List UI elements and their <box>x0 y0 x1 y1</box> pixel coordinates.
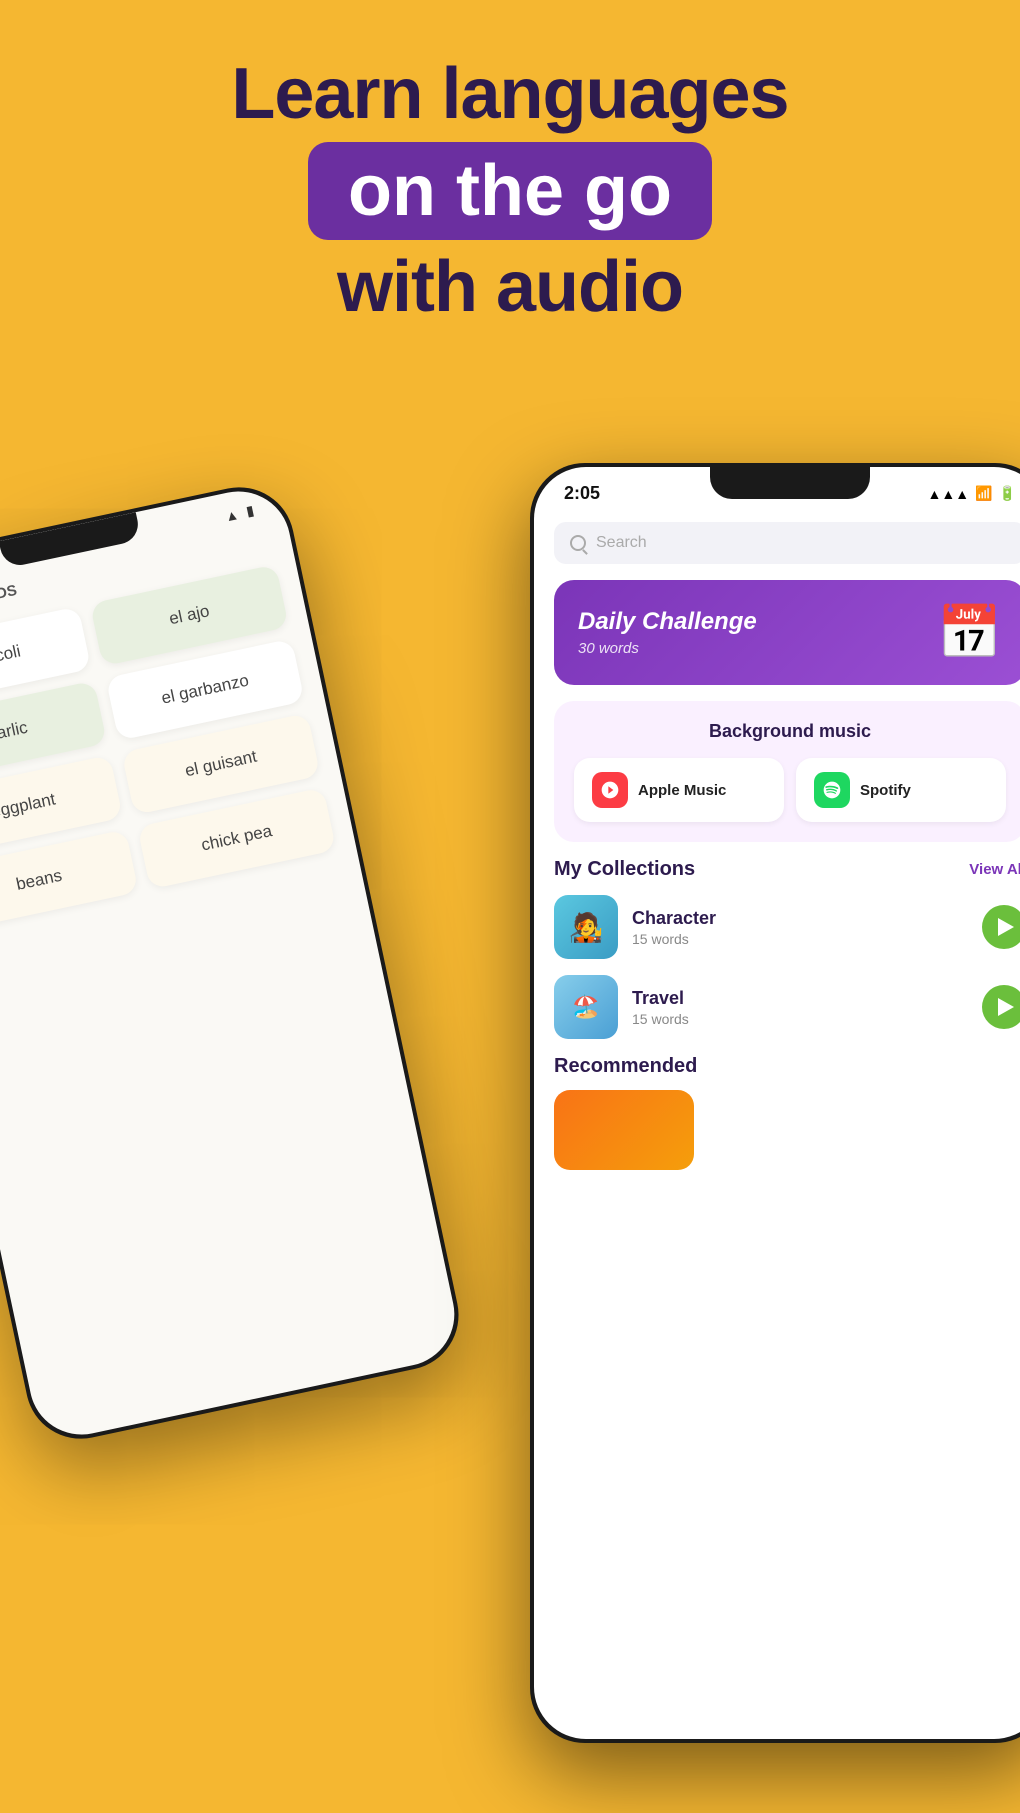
word-el-ajo: el ajo <box>167 601 211 629</box>
word-chick-pea: chick pea <box>200 821 274 855</box>
status-icons: ▲▲▲ 📶 🔋 <box>928 485 1016 502</box>
daily-challenge-emoji: 📅 <box>937 602 1002 663</box>
word-broccoli: broccoli <box>0 641 23 673</box>
word-grid: broccoli el ajo garlic el garbanzo eggpl… <box>0 560 356 935</box>
collection-name-character: Character <box>632 908 968 929</box>
wifi-status-icon: 📶 <box>975 485 992 502</box>
word-garlic: garlic <box>0 718 30 746</box>
apple-music-icon <box>592 772 628 808</box>
header-highlight: on the go <box>308 142 712 240</box>
word-beans: beans <box>14 866 63 895</box>
word-card-beans[interactable]: beans <box>0 829 139 931</box>
timer-text: ⏱ 32.9 SECONDS <box>0 582 19 624</box>
status-time: 2:05 <box>564 483 600 504</box>
search-icon <box>570 535 586 551</box>
spotify-option[interactable]: Spotify <box>796 758 1006 822</box>
collection-info-travel: Travel 15 words <box>632 988 968 1027</box>
bg-music-title: Background music <box>574 721 1006 742</box>
collection-name-travel: Travel <box>632 988 968 1009</box>
background-music-section: Background music Apple Music <box>554 701 1020 842</box>
play-triangle-icon-travel <box>998 998 1014 1016</box>
music-options: Apple Music Spotify <box>574 758 1006 822</box>
play-button-travel[interactable] <box>982 985 1020 1029</box>
signal-icon: ▲▲▲ <box>928 486 970 502</box>
phone-right: 2:05 ▲▲▲ 📶 🔋 Search Daily Challenge 30 w… <box>530 463 1020 1743</box>
travel-thumbnail: 🏖️ <box>554 975 618 1039</box>
collection-thumb-travel: 🏖️ <box>554 975 618 1039</box>
daily-challenge-info: Daily Challenge 30 words <box>578 608 757 657</box>
play-button-character[interactable] <box>982 905 1020 949</box>
word-el-guisant: el guisant <box>183 747 258 782</box>
word-el-garbanzo: el garbanzo <box>160 671 251 709</box>
daily-challenge-words: 30 words <box>578 640 757 657</box>
phone-right-screen: 2:05 ▲▲▲ 📶 🔋 Search Daily Challenge 30 w… <box>534 467 1020 1739</box>
view-all-button[interactable]: View All <box>969 861 1020 878</box>
character-thumbnail: 🧑‍🎤 <box>554 895 618 959</box>
phone-left-screen: ▲ ▮ ⏱ 32.9 SECONDS broccoli el ajo garli… <box>0 482 464 1444</box>
battery-status-icon: 🔋 <box>999 485 1016 502</box>
spotify-icon <box>814 772 850 808</box>
daily-challenge-card[interactable]: Daily Challenge 30 words 📅 <box>554 580 1020 685</box>
spotify-label: Spotify <box>860 782 911 799</box>
header-line1: Learn languages <box>0 55 1020 134</box>
collections-section: My Collections View All 🧑‍🎤 Character 15… <box>534 858 1020 1039</box>
search-placeholder-text: Search <box>596 534 647 552</box>
phones-container: ▲ ▮ ⏱ 32.9 SECONDS broccoli el ajo garli… <box>0 463 1020 1813</box>
collection-thumb-character: 🧑‍🎤 <box>554 895 618 959</box>
header-section: Learn languages on the go with audio <box>0 0 1020 327</box>
collection-words-character: 15 words <box>632 931 968 947</box>
recommended-section: Recommended <box>534 1055 1020 1175</box>
collections-header: My Collections View All <box>554 858 1020 881</box>
collection-item-travel: 🏖️ Travel 15 words <box>554 975 1020 1039</box>
recommended-card[interactable] <box>554 1090 694 1170</box>
daily-challenge-title: Daily Challenge <box>578 608 757 636</box>
collections-title: My Collections <box>554 858 695 881</box>
search-bar[interactable]: Search <box>554 522 1020 564</box>
wifi-icon: ▲ <box>223 506 240 525</box>
play-triangle-icon <box>998 918 1014 936</box>
header-line3: with audio <box>0 248 1020 327</box>
word-eggplant: eggplant <box>0 789 57 822</box>
recommended-title: Recommended <box>554 1055 1020 1078</box>
apple-music-option[interactable]: Apple Music <box>574 758 784 822</box>
collection-item-character: 🧑‍🎤 Character 15 words <box>554 895 1020 959</box>
apple-music-label: Apple Music <box>638 782 726 799</box>
collection-info-character: Character 15 words <box>632 908 968 947</box>
battery-icon: ▮ <box>245 502 256 520</box>
phone-left: ▲ ▮ ⏱ 32.9 SECONDS broccoli el ajo garli… <box>0 477 469 1449</box>
right-phone-notch <box>710 467 870 499</box>
collection-words-travel: 15 words <box>632 1011 968 1027</box>
